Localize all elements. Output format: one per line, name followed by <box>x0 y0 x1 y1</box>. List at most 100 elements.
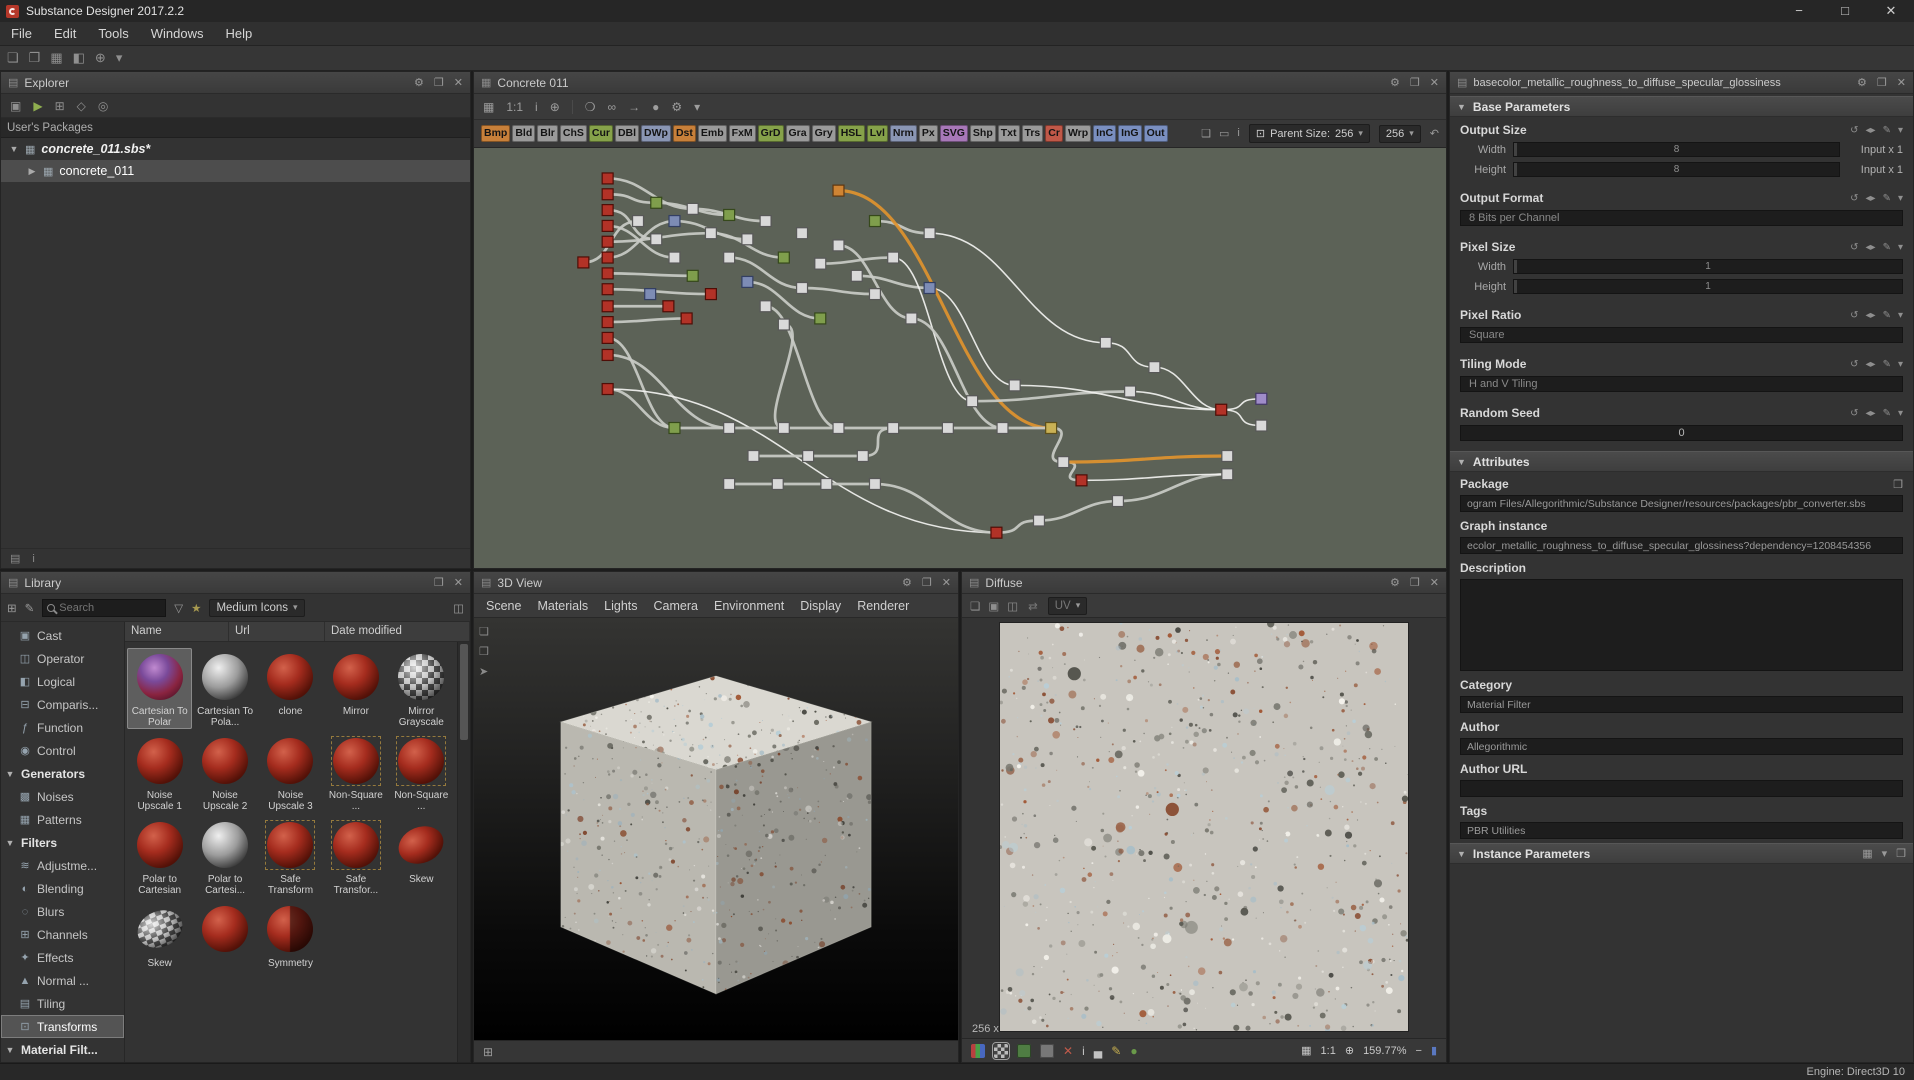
attr-value-category[interactable]: Material Filter <box>1460 696 1903 713</box>
graph-tool-icon-10[interactable]: ▾ <box>694 100 700 114</box>
group-icon-0[interactable]: ↺ <box>1850 242 1858 253</box>
droplet-icon[interactable]: ● <box>1130 1044 1137 1058</box>
search-input[interactable] <box>59 602 161 614</box>
attr-value-description[interactable] <box>1460 579 1903 671</box>
graph-tool-icon-8[interactable]: ● <box>652 100 659 114</box>
library-item-polar-to-cartesi[interactable]: Polar to Cartesi... <box>192 816 257 897</box>
section-icon-2[interactable]: ❒ <box>1896 847 1906 860</box>
node-shortcut-inc[interactable]: InC <box>1093 125 1116 143</box>
rgb-channels-icon[interactable] <box>971 1044 985 1058</box>
library-item-noise-upscale-3[interactable]: Noise Upscale 3 <box>258 732 323 813</box>
view3d-header-icon-1[interactable]: ❐ <box>922 576 932 589</box>
library-category-noises[interactable]: ▩Noises <box>1 785 124 808</box>
histogram-icon[interactable]: ▄ <box>1094 1044 1103 1058</box>
graph-tool-icon-3[interactable]: ⊕ <box>550 100 560 114</box>
graph-canvas[interactable] <box>474 148 1446 568</box>
library-category-cast[interactable]: ▣Cast <box>1 624 124 647</box>
library-category-comparis[interactable]: ⊟Comparis... <box>1 693 124 716</box>
group-icon-1[interactable]: ◂▸ <box>1866 359 1876 370</box>
category-expand-icon[interactable]: ▼ <box>5 769 15 779</box>
node-shortcut-fxm[interactable]: FxM <box>729 125 756 143</box>
explorer-tool-icon-3[interactable]: ◇ <box>77 99 86 113</box>
view2d-header-icon-1[interactable]: ❐ <box>1410 576 1420 589</box>
close-button[interactable]: ✕ <box>1868 0 1914 22</box>
library-item-mirror-grayscale[interactable]: Mirror Grayscale <box>389 648 454 729</box>
document-icon[interactable]: ❒ <box>1893 478 1903 491</box>
menu-renderer[interactable]: Renderer <box>849 599 917 613</box>
toolbar-icon-1[interactable]: ❐ <box>29 50 41 66</box>
node-shortcut-wrp[interactable]: Wrp <box>1065 125 1091 143</box>
group-icon-2[interactable]: ✎ <box>1883 310 1891 321</box>
library-category-channels[interactable]: ⊞Channels <box>1 923 124 946</box>
category-expand-icon[interactable]: ▼ <box>5 1045 15 1055</box>
library-item-skew[interactable]: Skew <box>127 900 192 981</box>
group-icon-0[interactable]: ↺ <box>1850 310 1858 321</box>
toolbar-icon-4[interactable]: ⊕ <box>95 50 106 66</box>
library-header-icon-0[interactable]: ❐ <box>434 576 444 589</box>
node-shortcut-grd[interactable]: GrD <box>758 125 784 143</box>
library-category-tiling[interactable]: ▤Tiling <box>1 992 124 1015</box>
view-mode-combo[interactable]: Medium Icons ▾ <box>209 599 304 617</box>
clear-icon[interactable]: ✕ <box>1063 1044 1073 1058</box>
node-shortcut-dwp[interactable]: DWp <box>641 125 671 143</box>
zoom-icon[interactable]: ⊕ <box>1345 1044 1354 1057</box>
toolbar-icon-0[interactable]: ❏ <box>7 50 19 66</box>
parent-size-combo[interactable]: ⊡ Parent Size: 256 ▾ <box>1249 124 1370 143</box>
library-tool-icon-0[interactable]: ⊞ <box>7 601 17 615</box>
group-icon-1[interactable]: ◂▸ <box>1866 408 1876 419</box>
green-grid-icon[interactable] <box>1017 1044 1031 1058</box>
library-item-item[interactable] <box>192 900 257 981</box>
menu-scene[interactable]: Scene <box>478 599 529 613</box>
zoom-ratio-button[interactable]: 1:1 <box>1321 1045 1336 1057</box>
graph-right-icon-1[interactable]: ▭ <box>1219 127 1229 140</box>
explorer-footer-icon-1[interactable]: i <box>32 553 34 565</box>
node-shortcut-cr[interactable]: Cr <box>1045 125 1063 143</box>
column-url[interactable]: Url <box>229 622 325 641</box>
node-shortcut-px[interactable]: Px <box>919 125 938 143</box>
pencil-icon[interactable]: ✎ <box>1111 1044 1121 1058</box>
combo-pixel-ratio[interactable]: Square <box>1460 327 1903 343</box>
slider-pixel-size-height[interactable]: 1 <box>1513 279 1903 294</box>
library-item-safe-transform[interactable]: Safe Transform <box>258 816 323 897</box>
menu-file[interactable]: File <box>0 22 43 46</box>
group-icon-2[interactable]: ✎ <box>1883 408 1891 419</box>
menu-windows[interactable]: Windows <box>140 22 215 46</box>
library-category-control[interactable]: ◉Control <box>1 739 124 762</box>
library-category-blurs[interactable]: ◌Blurs <box>1 900 124 923</box>
library-item-symmetry[interactable]: Symmetry <box>258 900 323 981</box>
graph-tool-icon-2[interactable]: i <box>535 100 538 114</box>
library-item-skew[interactable]: Skew <box>389 816 454 897</box>
library-item-polar-to-cartesian[interactable]: Polar to Cartesian <box>127 816 192 897</box>
view3d-viewport[interactable]: ❏❒➤ <box>474 618 958 1040</box>
group-icon-3[interactable]: ▾ <box>1898 408 1903 419</box>
view2d-tool-icon-1[interactable]: ▣ <box>988 599 999 613</box>
view2d-tool-icon-2[interactable]: ◫ <box>1007 599 1018 613</box>
library-category-blending[interactable]: ◐Blending <box>1 877 124 900</box>
library-item-noise-upscale-2[interactable]: Noise Upscale 2 <box>192 732 257 813</box>
group-icon-0[interactable]: ↺ <box>1850 125 1858 136</box>
library-item-safe-transfor[interactable]: Safe Transfor... <box>323 816 388 897</box>
graph-tool-icon-0[interactable]: ▦ <box>483 100 494 114</box>
graph-header-icon-2[interactable]: ✕ <box>1430 76 1439 89</box>
group-icon-2[interactable]: ✎ <box>1883 359 1891 370</box>
tree-row-package[interactable]: ▼ ▦ concrete_011.sbs* <box>1 138 470 160</box>
node-shortcut-trs[interactable]: Trs <box>1022 125 1044 143</box>
section-expand-icon[interactable]: ▼ <box>1457 102 1466 112</box>
view2d-tool-icon-0[interactable]: ❏ <box>970 599 980 613</box>
node-shortcut-ing[interactable]: InG <box>1118 125 1142 143</box>
library-item-mirror[interactable]: Mirror <box>323 648 388 729</box>
menu-display[interactable]: Display <box>792 599 849 613</box>
library-item-noise-upscale-1[interactable]: Noise Upscale 1 <box>127 732 192 813</box>
view2d-viewport[interactable]: 256 x <box>962 618 1446 1038</box>
zoom-out-button[interactable]: − <box>1416 1045 1422 1057</box>
graph-tool-icon-1[interactable]: 1:1 <box>506 100 523 114</box>
library-item-non-square[interactable]: Non-Square ... <box>389 732 454 813</box>
node-shortcut-bmp[interactable]: Bmp <box>481 125 510 143</box>
graph-header-icon-1[interactable]: ❐ <box>1410 76 1420 89</box>
section-attributes[interactable]: ▼Attributes <box>1450 451 1913 472</box>
properties-header-icon-2[interactable]: ✕ <box>1897 76 1906 89</box>
group-icon-0[interactable]: ↺ <box>1850 359 1858 370</box>
menu-tools[interactable]: Tools <box>87 22 139 46</box>
info-icon[interactable]: i <box>1082 1044 1085 1058</box>
toolbar-icon-3[interactable]: ◧ <box>73 50 85 66</box>
